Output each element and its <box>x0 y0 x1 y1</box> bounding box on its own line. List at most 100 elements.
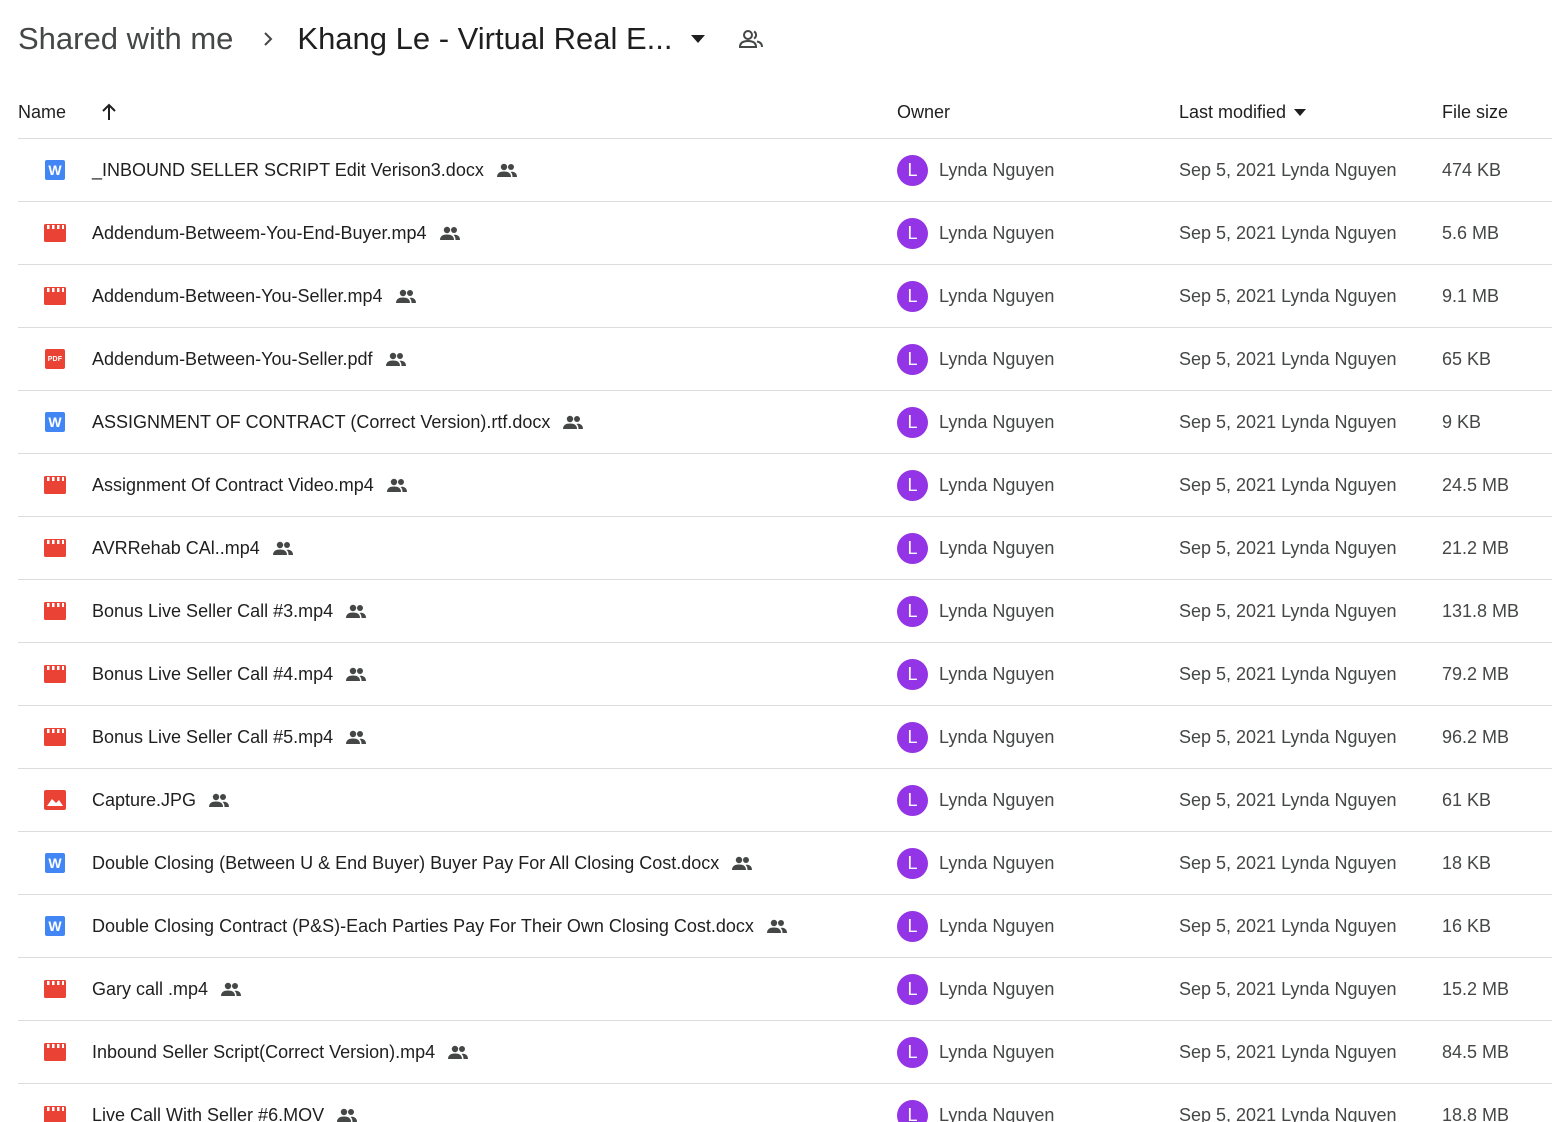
shared-people-icon <box>439 222 461 244</box>
breadcrumb-shared-with-me[interactable]: Shared with me <box>18 21 233 57</box>
avatar[interactable]: L <box>897 847 928 879</box>
file-row[interactable]: W Double Closing (Between U & End Buyer)… <box>18 832 1552 895</box>
file-name[interactable]: Gary call .mp4 <box>92 979 208 1000</box>
file-row[interactable]: Live Call With Seller #6.MOV L Lynda Ngu… <box>18 1084 1552 1122</box>
file-type-icon: W <box>44 832 66 894</box>
avatar[interactable]: L <box>897 217 928 249</box>
last-modified: Sep 5, 2021 Lynda Nguyen <box>1179 537 1397 558</box>
file-name-cell: Assignment Of Contract Video.mp4 <box>92 454 408 516</box>
sort-arrow-up-icon[interactable] <box>98 86 120 138</box>
file-name[interactable]: Assignment Of Contract Video.mp4 <box>92 475 374 496</box>
owner-cell: L Lynda Nguyen <box>897 769 1054 831</box>
owner-cell: L Lynda Nguyen <box>897 832 1054 894</box>
last-modified: Sep 5, 2021 Lynda Nguyen <box>1179 348 1397 369</box>
avatar[interactable]: L <box>897 406 928 438</box>
file-name[interactable]: Addendum-Betweem-You-End-Buyer.mp4 <box>92 223 427 244</box>
file-row[interactable]: Bonus Live Seller Call #5.mp4 L Lynda Ng… <box>18 706 1552 769</box>
owner-cell: L Lynda Nguyen <box>897 202 1054 264</box>
file-row[interactable]: Gary call .mp4 L Lynda Nguyen Sep 5, 202… <box>18 958 1552 1021</box>
breadcrumb-current-folder[interactable]: Khang Le - Virtual Real E... <box>297 21 672 57</box>
avatar[interactable]: L <box>897 280 928 312</box>
caret-down-icon[interactable] <box>688 29 708 49</box>
file-type-icon <box>44 706 66 768</box>
avatar[interactable]: L <box>897 595 928 627</box>
avatar[interactable]: L <box>897 910 928 942</box>
owner-cell: L Lynda Nguyen <box>897 265 1054 327</box>
file-name[interactable]: Bonus Live Seller Call #5.mp4 <box>92 727 333 748</box>
file-row[interactable]: AVRRehab CAl..mp4 L Lynda Nguyen Sep 5, … <box>18 517 1552 580</box>
file-type-icon: W <box>44 391 66 453</box>
file-name[interactable]: Addendum-Between-You-Seller.mp4 <box>92 286 383 307</box>
file-row[interactable]: Capture.JPG L Lynda Nguyen Sep 5, 2021 L… <box>18 769 1552 832</box>
file-list-header: Name Owner Last modified File size <box>18 86 1552 139</box>
file-size: 131.8 MB <box>1442 600 1520 621</box>
avatar[interactable]: L <box>897 532 928 564</box>
file-size: 15.2 MB <box>1442 978 1510 999</box>
file-name[interactable]: Double Closing Contract (P&S)-Each Parti… <box>92 916 754 937</box>
image-file-icon <box>44 790 66 810</box>
file-name[interactable]: Bonus Live Seller Call #3.mp4 <box>92 601 333 622</box>
last-modified: Sep 5, 2021 Lynda Nguyen <box>1179 222 1397 243</box>
file-type-icon <box>44 769 66 831</box>
owner-name: Lynda Nguyen <box>939 285 1055 306</box>
column-header-last-modified[interactable]: Last modified <box>1179 86 1308 138</box>
last-modified: Sep 5, 2021 Lynda Nguyen <box>1179 285 1397 306</box>
column-header-owner[interactable]: Owner <box>897 86 950 138</box>
avatar[interactable]: L <box>897 973 928 1005</box>
file-size: 79.2 MB <box>1442 663 1510 684</box>
avatar[interactable]: L <box>897 469 928 501</box>
shared-people-icon <box>496 159 518 181</box>
file-row[interactable]: PDF Addendum-Between-You-Seller.pdf L Ly… <box>18 328 1552 391</box>
avatar[interactable]: L <box>897 658 928 690</box>
column-header-file-size[interactable]: File size <box>1442 86 1508 138</box>
shared-people-icon <box>208 789 230 811</box>
column-header-last-modified-label: Last modified <box>1179 101 1287 122</box>
file-row[interactable]: Assignment Of Contract Video.mp4 L Lynda… <box>18 454 1552 517</box>
owner-name: Lynda Nguyen <box>939 1104 1055 1122</box>
avatar[interactable]: L <box>897 343 928 375</box>
file-row[interactable]: Addendum-Between-You-Seller.mp4 L Lynda … <box>18 265 1552 328</box>
file-name[interactable]: _INBOUND SELLER SCRIPT Edit Verison3.doc… <box>92 160 484 181</box>
file-name[interactable]: ASSIGNMENT OF CONTRACT (Correct Version)… <box>92 412 550 433</box>
file-name-cell: ASSIGNMENT OF CONTRACT (Correct Version)… <box>92 391 584 453</box>
file-name[interactable]: Capture.JPG <box>92 790 196 811</box>
file-size: 21.2 MB <box>1442 537 1510 558</box>
file-row[interactable]: Bonus Live Seller Call #3.mp4 L Lynda Ng… <box>18 580 1552 643</box>
file-row[interactable]: Bonus Live Seller Call #4.mp4 L Lynda Ng… <box>18 643 1552 706</box>
avatar[interactable]: L <box>897 1036 928 1068</box>
avatar[interactable]: L <box>897 784 928 816</box>
last-modified: Sep 5, 2021 Lynda Nguyen <box>1179 1041 1397 1062</box>
owner-name: Lynda Nguyen <box>939 789 1055 810</box>
shared-people-icon[interactable] <box>738 26 764 52</box>
shared-people-icon <box>562 411 584 433</box>
file-name[interactable]: Double Closing (Between U & End Buyer) B… <box>92 853 719 874</box>
owner-name: Lynda Nguyen <box>939 915 1055 936</box>
owner-name: Lynda Nguyen <box>939 852 1055 873</box>
file-name[interactable]: Inbound Seller Script(Correct Version).m… <box>92 1042 435 1063</box>
video-file-icon <box>44 1106 66 1122</box>
video-file-icon <box>44 728 66 746</box>
owner-cell: L Lynda Nguyen <box>897 643 1054 705</box>
file-row[interactable]: W ASSIGNMENT OF CONTRACT (Correct Versio… <box>18 391 1552 454</box>
column-header-name[interactable]: Name <box>18 86 66 138</box>
file-name[interactable]: Addendum-Between-You-Seller.pdf <box>92 349 373 370</box>
file-row[interactable]: W Double Closing Contract (P&S)-Each Par… <box>18 895 1552 958</box>
owner-cell: L Lynda Nguyen <box>897 958 1054 1020</box>
file-type-icon <box>44 454 66 516</box>
file-name-cell: _INBOUND SELLER SCRIPT Edit Verison3.doc… <box>92 139 518 201</box>
avatar[interactable]: L <box>897 154 928 186</box>
file-row[interactable]: Addendum-Betweem-You-End-Buyer.mp4 L Lyn… <box>18 202 1552 265</box>
owner-name: Lynda Nguyen <box>939 159 1055 180</box>
avatar[interactable]: L <box>897 721 928 753</box>
last-modified: Sep 5, 2021 Lynda Nguyen <box>1179 915 1397 936</box>
file-row[interactable]: W _INBOUND SELLER SCRIPT Edit Verison3.d… <box>18 139 1552 202</box>
file-row[interactable]: Inbound Seller Script(Correct Version).m… <box>18 1021 1552 1084</box>
file-size: 9 KB <box>1442 411 1482 432</box>
file-list: W _INBOUND SELLER SCRIPT Edit Verison3.d… <box>18 139 1552 1122</box>
file-name[interactable]: AVRRehab CAl..mp4 <box>92 538 260 559</box>
file-size: 65 KB <box>1442 348 1492 369</box>
avatar[interactable]: L <box>897 1099 928 1122</box>
file-name[interactable]: Bonus Live Seller Call #4.mp4 <box>92 664 333 685</box>
owner-name: Lynda Nguyen <box>939 978 1055 999</box>
file-name[interactable]: Live Call With Seller #6.MOV <box>92 1105 324 1122</box>
